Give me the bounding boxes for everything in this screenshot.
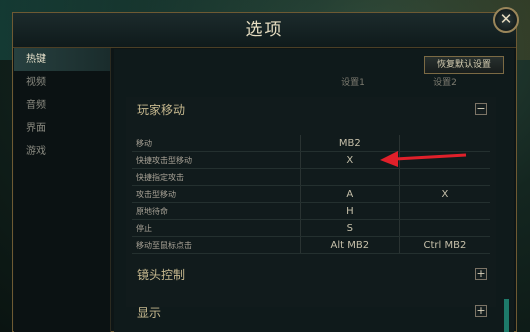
annotation-arrow-icon — [380, 151, 467, 167]
